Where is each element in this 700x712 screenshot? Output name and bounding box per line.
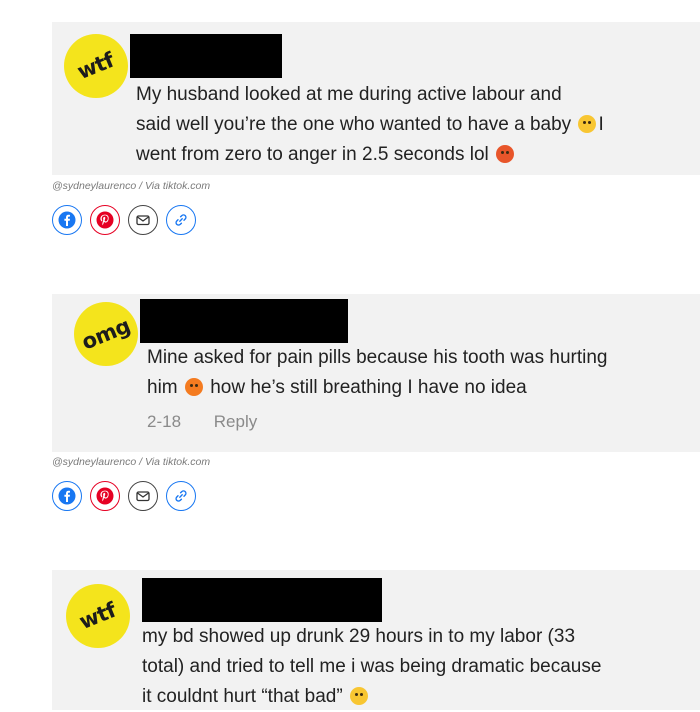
- pinterest-share-button[interactable]: [90, 481, 120, 511]
- link-icon: [175, 214, 187, 226]
- comment-meta: 2-18 Reply: [147, 412, 257, 432]
- redacted-username: [140, 299, 348, 343]
- comment-line: my bd showed up drunk 29 hours in to my …: [142, 626, 576, 647]
- angry-face-emoji: [496, 145, 515, 163]
- comment-text: my bd showed up drunk 29 hours in to my …: [142, 622, 692, 712]
- redacted-username: [130, 34, 282, 78]
- face-with-steam-emoji: [578, 115, 597, 133]
- image-credit[interactable]: @sydneylaurenco / Via tiktok.com: [52, 180, 210, 192]
- image-credit[interactable]: @sydneylaurenco / Via tiktok.com: [52, 456, 210, 468]
- pinterest-icon: [96, 211, 114, 229]
- facebook-icon: [58, 487, 76, 505]
- pinterest-share-button[interactable]: [90, 205, 120, 235]
- copy-link-button[interactable]: [166, 481, 196, 511]
- comment-line: it couldnt hurt “that bad”: [142, 682, 692, 712]
- copy-link-button[interactable]: [166, 205, 196, 235]
- facebook-share-button[interactable]: [52, 481, 82, 511]
- facebook-share-button[interactable]: [52, 205, 82, 235]
- badge-label: wtf: [74, 47, 118, 85]
- comment-line: him how he’s still breathing I have no i…: [147, 377, 527, 398]
- comment-line: My husband looked at me during active la…: [136, 84, 562, 105]
- share-bar: [52, 205, 196, 235]
- mail-icon: [136, 491, 150, 502]
- mail-icon: [136, 215, 150, 226]
- comment-line: went from zero to anger in 2.5 seconds l…: [136, 140, 696, 170]
- link-icon: [175, 490, 187, 502]
- comment-text: My husband looked at me during active la…: [136, 80, 696, 170]
- comment-line: said well you’re the one who wanted to h…: [136, 114, 604, 135]
- reply-button[interactable]: Reply: [214, 412, 257, 431]
- comment-line: total) and tried to tell me i was being …: [142, 656, 602, 677]
- redacted-username: [142, 578, 382, 622]
- angry-face-emoji: [184, 378, 203, 396]
- badge-label: omg: [78, 313, 134, 355]
- share-bar: [52, 481, 196, 511]
- email-share-button[interactable]: [128, 205, 158, 235]
- flushed-face-emoji: [349, 687, 368, 705]
- wtf-badge: wtf: [66, 584, 130, 648]
- wtf-badge: wtf: [64, 34, 128, 98]
- comment-text: Mine asked for pain pills because his to…: [147, 343, 687, 403]
- email-share-button[interactable]: [128, 481, 158, 511]
- facebook-icon: [58, 211, 76, 229]
- comment-date: 2-18: [147, 412, 182, 431]
- omg-badge: omg: [74, 302, 138, 366]
- pinterest-icon: [96, 487, 114, 505]
- comment-line: Mine asked for pain pills because his to…: [147, 347, 608, 368]
- badge-label: wtf: [76, 597, 120, 635]
